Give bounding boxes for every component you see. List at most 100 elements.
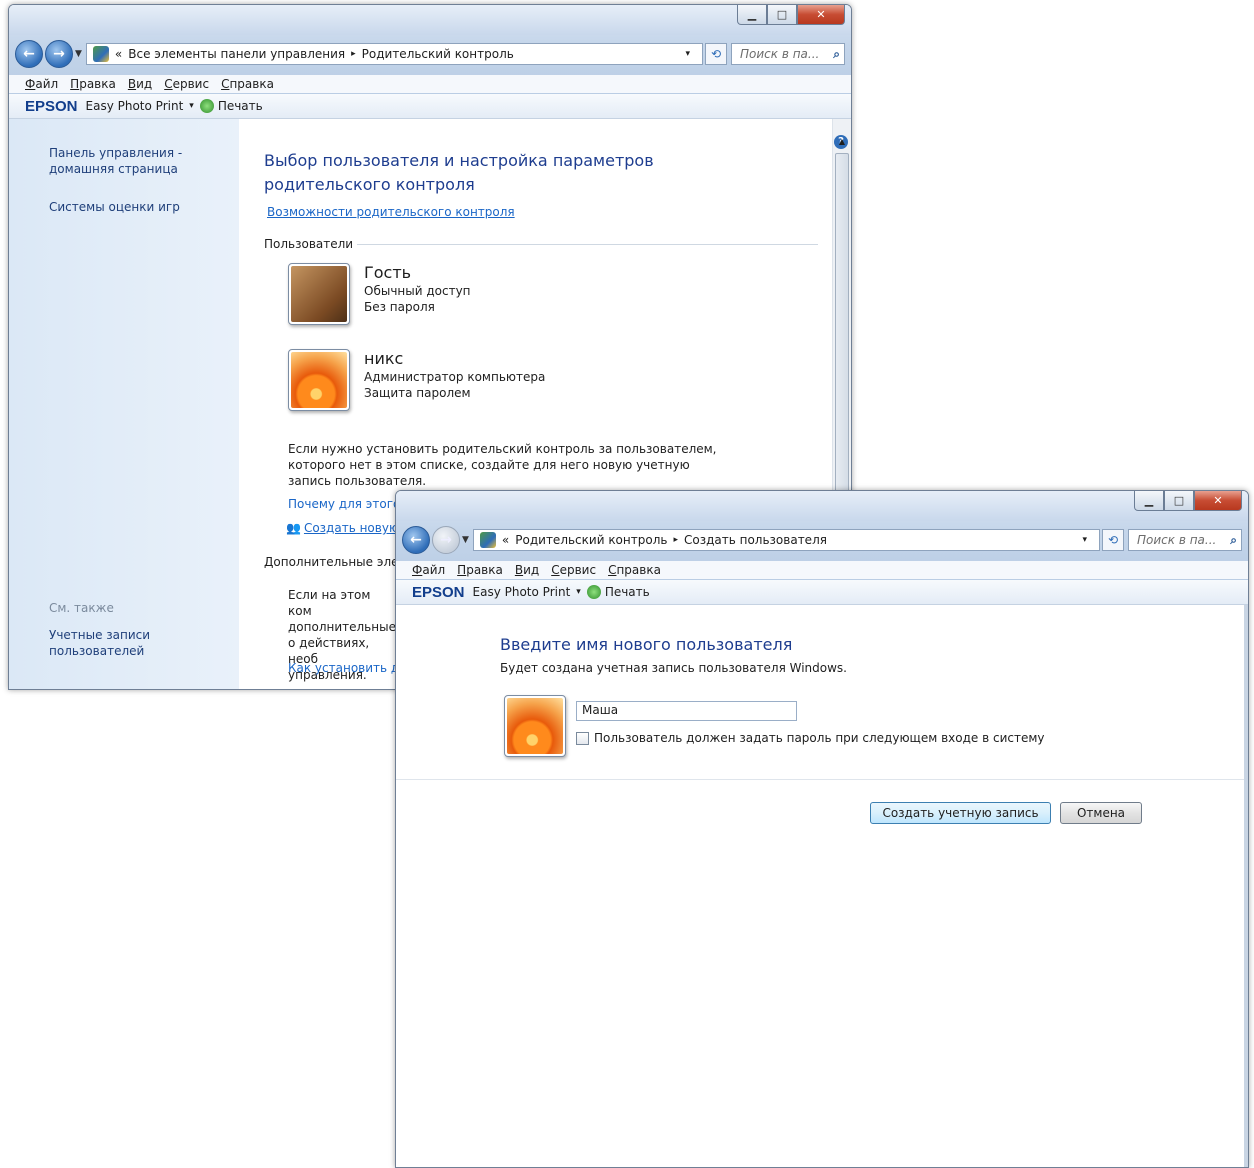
scroll-up-icon[interactable]: ▲	[833, 137, 851, 146]
checkbox-box[interactable]	[576, 731, 589, 745]
briefcase-icon	[291, 266, 347, 322]
navigation-pane: Панель управления - домашняя страница Си…	[9, 119, 239, 689]
back-button[interactable]: ←	[15, 40, 43, 68]
menu-view[interactable]: Вид	[515, 563, 539, 577]
refresh-icon[interactable]: ⟲	[705, 43, 727, 65]
control-panel-icon	[479, 532, 496, 548]
users-icon: 👥	[286, 521, 301, 535]
easy-photo-print-button[interactable]: Easy Photo Print	[473, 585, 571, 599]
search-placeholder: Поиск в па...	[1137, 533, 1217, 547]
minimize-button[interactable]: ▁	[737, 5, 767, 25]
forward-button[interactable]: →	[45, 40, 73, 68]
address-bar[interactable]: « Все элементы панели управления ▸ Родит…	[85, 43, 703, 65]
menu-edit[interactable]: Правка	[457, 563, 503, 577]
menu-tools[interactable]: Сервис	[551, 563, 596, 577]
address-dropdown-icon[interactable]: ▾	[685, 49, 690, 59]
page-title: Выбор пользователя и настройка параметро…	[264, 151, 654, 194]
parental-features-link[interactable]: Возможности родительского контроля	[267, 205, 515, 219]
page-subtitle: Будет создана учетная запись пользовател…	[500, 661, 847, 675]
new-user-avatar	[504, 695, 566, 757]
breadcrumb-all-control-panel[interactable]: Все элементы панели управления	[128, 47, 345, 61]
see-also-heading: См. также	[49, 601, 114, 615]
navigation-bar: ← → ▼ « Все элементы панели управления ▸…	[15, 40, 845, 68]
game-ratings-link[interactable]: Системы оценки игр	[49, 199, 229, 215]
create-account-link[interactable]: Создать новую	[304, 521, 399, 535]
close-button[interactable]: ✕	[1194, 491, 1242, 511]
menu-tools[interactable]: Сервис	[164, 77, 209, 91]
epson-logo: EPSON	[412, 583, 465, 601]
user-type: Обычный доступ	[364, 284, 471, 298]
menu-help[interactable]: Справка	[221, 77, 274, 91]
print-icon[interactable]	[586, 585, 601, 599]
recent-pages-dropdown-icon[interactable]: ▼	[75, 49, 82, 59]
breadcrumb-create-user[interactable]: Создать пользователя	[684, 533, 827, 547]
search-placeholder: Поиск в па...	[740, 47, 820, 61]
breadcrumb-arrow-icon[interactable]: ▸	[351, 49, 356, 59]
recent-pages-dropdown-icon[interactable]: ▼	[462, 535, 469, 545]
minimize-button[interactable]: ▁	[1134, 491, 1164, 511]
how-install-link[interactable]: Как установить до	[288, 661, 407, 675]
epson-toolbar: EPSON Easy Photo Print ▾ Печать	[9, 94, 851, 119]
search-icon[interactable]: ⌕	[1230, 533, 1237, 548]
main-pane: Введите имя нового пользователя Будет со…	[396, 605, 1248, 1167]
guest-avatar[interactable]	[288, 263, 350, 325]
forward-button[interactable]: →	[432, 526, 460, 554]
create-user-window: ▁ □ ✕ ← → ▼ « Родительский контроль ▸ Со…	[395, 490, 1249, 1168]
address-dropdown-icon[interactable]: ▾	[1082, 535, 1087, 545]
maximize-button[interactable]: □	[1164, 491, 1194, 511]
print-button[interactable]: Печать	[218, 99, 263, 113]
breadcrumb-parental-controls[interactable]: Родительский контроль	[515, 533, 667, 547]
info-text: Если нужно установить родительский контр…	[288, 442, 717, 488]
address-prefix[interactable]: «	[502, 533, 509, 547]
user-name[interactable]: никс	[364, 349, 545, 369]
niks-avatar[interactable]	[288, 349, 350, 411]
control-panel-home-link[interactable]: Панель управления - домашняя страница	[49, 145, 229, 177]
easy-photo-print-button[interactable]: Easy Photo Print	[86, 99, 184, 113]
page-title: Введите имя нового пользователя	[500, 635, 793, 654]
create-account-row[interactable]: 👥 Создать новую	[286, 521, 399, 535]
checkbox-label[interactable]: Пользователь должен задать пароль при сл…	[594, 731, 1045, 745]
flower-picture-icon	[291, 352, 347, 408]
flower-picture-icon	[507, 698, 563, 754]
users-group-label: Пользователи	[264, 237, 354, 251]
menu-bar: Файл Правка Вид Сервис Справка	[396, 561, 1248, 579]
epson-logo: EPSON	[25, 97, 78, 115]
back-button[interactable]: ←	[402, 526, 430, 554]
address-prefix[interactable]: «	[115, 47, 122, 61]
why-link[interactable]: Почему для этого	[288, 497, 400, 511]
print-button[interactable]: Печать	[605, 585, 650, 599]
search-input[interactable]: Поиск в па... ⌕	[1128, 529, 1242, 551]
search-icon[interactable]: ⌕	[833, 47, 840, 62]
maximize-button[interactable]: □	[767, 5, 797, 25]
user-niks[interactable]: никс Администратор компьютера Защита пар…	[288, 349, 545, 411]
user-type: Администратор компьютера	[364, 370, 546, 384]
username-input[interactable]: Маша	[576, 701, 797, 721]
address-bar[interactable]: « Родительский контроль ▸ Создать пользо…	[472, 529, 1100, 551]
title-bar[interactable]: ▁ □ ✕	[396, 491, 1248, 521]
control-panel-icon	[92, 46, 109, 62]
extra-controls-header: Дополнительные эле	[264, 555, 399, 569]
user-guest[interactable]: Гость Обычный доступ Без пароля	[288, 263, 471, 325]
menu-view[interactable]: Вид	[128, 77, 152, 91]
window-content: Введите имя нового пользователя Будет со…	[396, 605, 1248, 1167]
password-change-checkbox[interactable]: Пользователь должен задать пароль при сл…	[576, 731, 1045, 745]
menu-help[interactable]: Справка	[608, 563, 661, 577]
title-bar[interactable]: ▁ □ ✕	[9, 5, 851, 35]
refresh-icon[interactable]: ⟲	[1102, 529, 1124, 551]
menu-file[interactable]: Файл	[412, 563, 445, 577]
create-account-button[interactable]: Создать учетную запись	[870, 802, 1051, 824]
breadcrumb-parental-controls[interactable]: Родительский контроль	[362, 47, 514, 61]
navigation-bar: ← → ▼ « Родительский контроль ▸ Создать …	[402, 526, 1242, 554]
search-input[interactable]: Поиск в па... ⌕	[731, 43, 845, 65]
close-button[interactable]: ✕	[797, 5, 845, 25]
easy-photo-print-dropdown-icon[interactable]: ▾	[189, 101, 194, 111]
print-icon[interactable]	[199, 99, 214, 113]
easy-photo-print-dropdown-icon[interactable]: ▾	[576, 587, 581, 597]
breadcrumb-arrow-icon[interactable]: ▸	[673, 535, 678, 545]
user-accounts-link[interactable]: Учетные записи пользователей	[49, 627, 169, 659]
cancel-button[interactable]: Отмена	[1060, 802, 1142, 824]
user-password-status: Без пароля	[364, 300, 435, 314]
menu-edit[interactable]: Правка	[70, 77, 116, 91]
user-name[interactable]: Гость	[364, 263, 471, 283]
menu-file[interactable]: Файл	[25, 77, 58, 91]
